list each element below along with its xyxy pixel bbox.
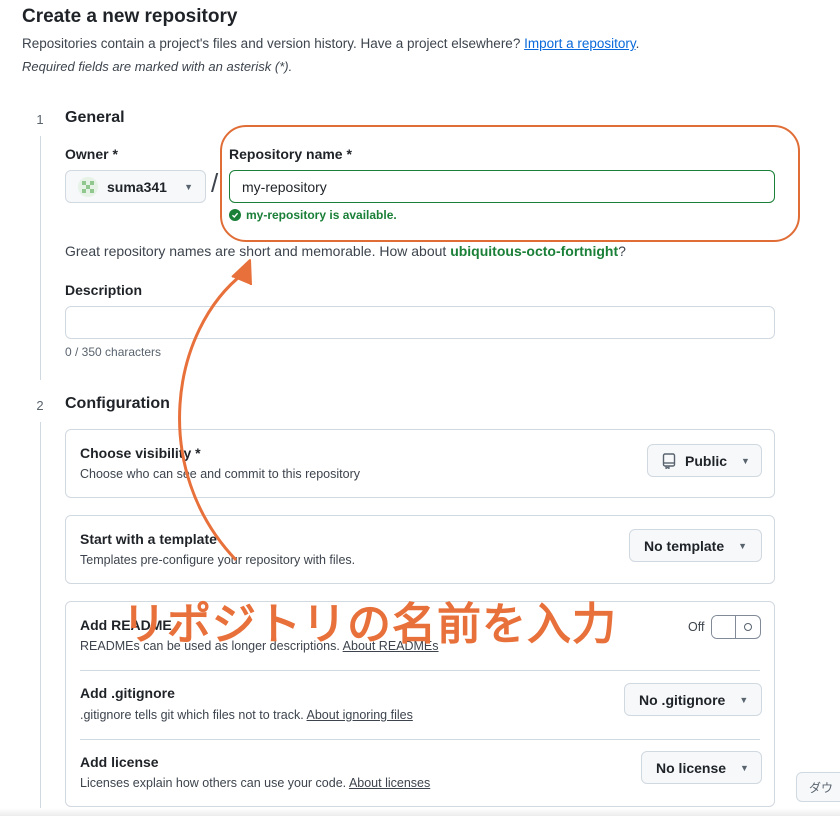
- visibility-description: Choose who can see and commit to this re…: [80, 467, 360, 481]
- check-circle-icon: [229, 209, 241, 221]
- license-dropdown[interactable]: No license ▼: [641, 751, 762, 784]
- readme-desc-text: READMEs can be used as longer descriptio…: [80, 639, 340, 653]
- license-value: No license: [656, 759, 727, 776]
- visibility-dropdown[interactable]: Public ▼: [647, 444, 762, 477]
- required-fields-note: Required fields are marked with an aster…: [22, 59, 293, 74]
- gitignore-value: No .gitignore: [639, 691, 726, 708]
- license-description: Licenses explain how others can use your…: [80, 776, 430, 790]
- subtitle-text: Repositories contain a project's files a…: [22, 36, 521, 51]
- step-connector-line-2: [40, 422, 41, 808]
- license-desc-text: Licenses explain how others can use your…: [80, 776, 347, 790]
- about-readmes-link[interactable]: About READMEs: [343, 639, 439, 653]
- bottom-edge-shadow: [0, 808, 840, 816]
- section-title-configuration: Configuration: [65, 395, 170, 412]
- availability-message: my-repository is available.: [229, 208, 397, 222]
- gitignore-title: Add .gitignore: [80, 685, 175, 701]
- import-repository-link[interactable]: Import a repository: [524, 36, 636, 51]
- visibility-card: Choose visibility * Choose who can see a…: [65, 429, 775, 498]
- repository-name-label: Repository name *: [229, 146, 352, 162]
- template-dropdown[interactable]: No template ▼: [629, 529, 762, 562]
- template-card: Start with a template Templates pre-conf…: [65, 515, 775, 584]
- readme-toggle[interactable]: [711, 615, 761, 639]
- gitignore-description: .gitignore tells git which files not to …: [80, 708, 413, 722]
- owner-repo-separator: /: [211, 168, 219, 198]
- chevron-down-icon: ▼: [739, 694, 749, 705]
- license-title: Add license: [80, 754, 159, 770]
- repo-icon: [662, 452, 676, 469]
- availability-text: my-repository is available.: [246, 208, 397, 222]
- owner-name: suma341: [107, 178, 167, 195]
- readme-toggle-label: Off: [688, 620, 705, 634]
- description-input[interactable]: [65, 306, 775, 339]
- owner-label: Owner *: [65, 146, 118, 162]
- owner-select[interactable]: suma341 ▼: [65, 170, 206, 203]
- hint-suffix: ?: [618, 243, 626, 259]
- chevron-down-icon: ▼: [741, 455, 750, 466]
- name-suggestion-hint: Great repository names are short and mem…: [65, 243, 626, 259]
- row-divider: [80, 670, 760, 671]
- readme-description: READMEs can be used as longer descriptio…: [80, 639, 439, 653]
- readme-title: Add README: [80, 617, 172, 633]
- step-number-general: 1: [36, 111, 44, 127]
- description-label: Description: [65, 282, 143, 298]
- toggle-knob: [712, 616, 736, 638]
- character-count: 0 / 350 characters: [65, 345, 162, 359]
- avatar: [78, 176, 98, 197]
- page-subtitle: Repositories contain a project's files a…: [22, 36, 639, 51]
- repository-name-input[interactable]: my-repository: [229, 170, 775, 203]
- subtitle-period: .: [635, 36, 640, 51]
- visibility-title: Choose visibility *: [80, 445, 201, 461]
- gitignore-desc-text: .gitignore tells git which files not to …: [80, 708, 304, 722]
- section-title-general: General: [65, 109, 125, 126]
- chevron-down-icon: ▼: [740, 762, 749, 773]
- repository-files-card: Add README READMEs can be used as longer…: [65, 601, 775, 807]
- step-connector-line: [40, 136, 41, 380]
- gitignore-dropdown[interactable]: No .gitignore ▼: [624, 683, 762, 716]
- step-number-configuration: 2: [36, 397, 44, 413]
- about-licenses-link[interactable]: About licenses: [349, 776, 430, 790]
- template-description: Templates pre-configure your repository …: [80, 553, 356, 567]
- page-title: Create a new repository: [22, 6, 238, 27]
- row-divider: [80, 739, 760, 740]
- visibility-value: Public: [685, 452, 728, 469]
- hint-text: Great repository names are short and mem…: [65, 243, 447, 259]
- template-value: No template: [644, 537, 725, 554]
- toggle-off-icon: [736, 616, 760, 638]
- about-ignoring-files-link[interactable]: About ignoring files: [307, 708, 413, 722]
- chevron-down-icon: ▼: [738, 540, 748, 551]
- suggested-name-link[interactable]: ubiquitous-octo-fortnight: [450, 243, 618, 259]
- side-button[interactable]: ダウ: [796, 772, 840, 802]
- template-title: Start with a template: [80, 531, 217, 547]
- chevron-down-icon: ▼: [184, 181, 193, 192]
